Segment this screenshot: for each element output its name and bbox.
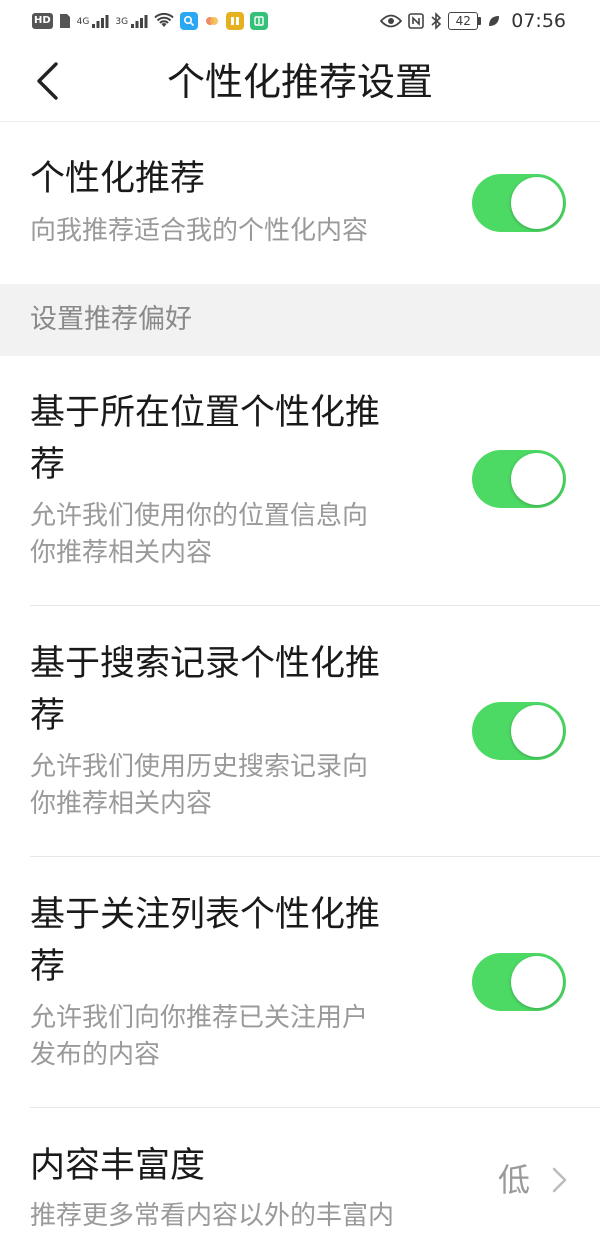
row-title: 个性化推荐	[30, 159, 206, 199]
row-title-line2: 荐	[30, 947, 66, 987]
section-label: 设置推荐偏好	[30, 304, 192, 335]
search-history-toggle[interactable]	[472, 702, 566, 760]
chevron-right-icon	[552, 1167, 567, 1193]
sim-card-icon	[59, 12, 71, 30]
hd-badge: HD	[32, 13, 53, 29]
personalized-recommendation-row: 个性化推荐 向我推荐适合我的个性化内容	[0, 123, 600, 284]
signal-icon-2	[130, 12, 148, 30]
following-list-preference-row: 基于关注列表个性化推 荐 允许我们向你推荐已关注用户 发布的内容	[0, 857, 600, 1108]
search-history-preference-row: 基于搜索记录个性化推 荐 允许我们使用历史搜索记录向 你推荐相关内容	[0, 606, 600, 857]
status-time: 07:56	[511, 10, 566, 32]
row-title-line1: 基于搜索记录个性化推	[30, 644, 381, 684]
wifi-icon	[154, 12, 174, 30]
green-app-icon	[250, 12, 269, 30]
toggle-knob	[511, 956, 563, 1008]
row-title-line1: 基于所在位置个性化推	[30, 393, 381, 433]
status-bar: HD 4G 3G 42 07:56	[0, 0, 600, 42]
search-app-icon	[180, 12, 199, 30]
content-richness-row[interactable]: 内容丰富度 低 推荐更多常看内容以外的丰富内	[0, 1108, 600, 1246]
row-title: 内容丰富度	[30, 1146, 206, 1186]
battery-cap	[478, 17, 482, 25]
toggle-knob	[511, 453, 563, 505]
network-type-label: 4G	[76, 16, 90, 27]
row-description-line2: 你推荐相关内容	[30, 789, 213, 819]
status-bar-left: HD 4G 3G	[32, 11, 269, 31]
row-description-line2: 发布的内容	[30, 1040, 161, 1070]
following-list-toggle[interactable]	[472, 953, 566, 1011]
row-title-line1: 基于关注列表个性化推	[30, 895, 381, 935]
row-description: 推荐更多常看内容以外的丰富内	[30, 1201, 395, 1231]
row-title-line2: 荐	[30, 696, 66, 736]
network-type-label-2: 3G	[115, 16, 129, 27]
battery-level: 42	[448, 12, 479, 30]
nav-bar: 个性化推荐设置	[0, 42, 600, 122]
personalized-toggle[interactable]	[472, 174, 566, 232]
page-title: 个性化推荐设置	[166, 60, 433, 104]
nfc-icon	[408, 12, 425, 30]
row-title-line2: 荐	[30, 445, 66, 485]
bluetooth-icon	[430, 12, 442, 30]
status-bar-right: 42 07:56	[380, 10, 566, 32]
leaf-icon	[487, 12, 501, 30]
battery-indicator: 42	[448, 12, 482, 30]
toggle-knob	[511, 177, 563, 229]
richness-value: 低	[497, 1161, 530, 1199]
row-description: 向我推荐适合我的个性化内容	[30, 216, 369, 246]
section-header: 设置推荐偏好	[0, 284, 600, 356]
yellow-app-icon	[226, 12, 245, 30]
location-toggle[interactable]	[472, 450, 566, 508]
eye-icon	[380, 12, 403, 30]
location-preference-row: 基于所在位置个性化推 荐 允许我们使用你的位置信息向 你推荐相关内容	[0, 356, 600, 606]
toggle-knob	[511, 705, 563, 757]
flower-app-icon	[204, 12, 220, 30]
row-description-line2: 你推荐相关内容	[30, 538, 213, 568]
row-description-line1: 允许我们使用历史搜索记录向	[30, 752, 369, 782]
row-description-line1: 允许我们使用你的位置信息向	[30, 501, 369, 531]
row-description-line1: 允许我们向你推荐已关注用户	[30, 1003, 369, 1033]
signal-icon	[91, 12, 109, 30]
